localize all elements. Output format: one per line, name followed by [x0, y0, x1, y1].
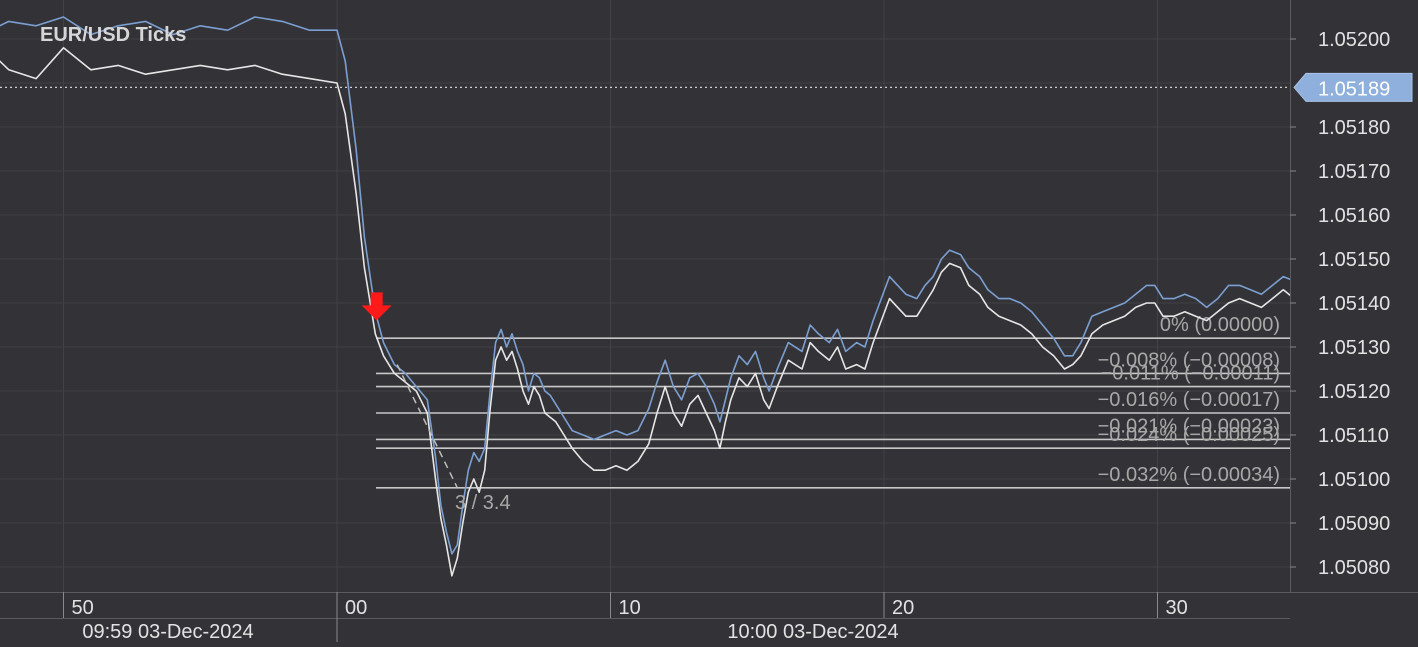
chart-root: 0% (0.00000) −0.008% (−0.00008) −0.011% (−… [0, 0, 1418, 643]
fib-level-label: −0.032% (−0.00034) [1098, 464, 1280, 486]
chart-svg: 0% (0.00000)−0.008% (−0.00008)−0.011% (−… [0, 0, 1418, 643]
price-tick-label: 1.05130 [1318, 337, 1390, 359]
price-tick-label: 1.05120 [1318, 381, 1390, 403]
current-price-tag: 1.05189 [1293, 72, 1413, 102]
price-tick-label: 1.05090 [1318, 513, 1390, 535]
time-axis[interactable]: 47500010203009:59 03-Dec-202410:00 03-De… [0, 592, 1418, 643]
fib-level-label: −0.011% (−0.00011) [1101, 363, 1280, 385]
time-tick-label: 30 [1166, 597, 1188, 619]
fib-level-label: −0.016% (−0.00017) [1098, 389, 1280, 411]
price-axis[interactable]: 1.05080 1.05090 1.05100 1.05110 1.05120 1.051… [1290, 0, 1418, 642]
fib-level-label: −0.024% (−0.00025) [1098, 424, 1280, 446]
time-tick-label: 20 [892, 597, 914, 619]
price-tick-label: 1.05110 [1318, 425, 1389, 447]
fib-level-label: 0% (0.00000) [1160, 314, 1280, 336]
down-arrow-shaft [370, 292, 383, 307]
price-tick-label: 1.05140 [1318, 293, 1390, 315]
price-tick-label: 1.05160 [1318, 205, 1390, 227]
current-price-tag-label: 1.05189 [1318, 78, 1390, 100]
price-tick-label: 1.05200 [1318, 29, 1390, 51]
session-label: 09:59 03-Dec-2024 [82, 621, 253, 642]
time-tick-label: 00 [345, 597, 367, 619]
price-tick-label: 1.05170 [1318, 161, 1390, 183]
price-tick-label: 1.05180 [1318, 117, 1390, 139]
projection-label: 3 / 3.4 [455, 492, 511, 514]
price-tick-label: 1.05150 [1318, 249, 1390, 271]
price-tick-label: 1.05100 [1318, 469, 1390, 491]
price-tick-label: 1.05080 [1318, 557, 1390, 579]
time-tick-label: 50 [72, 597, 94, 619]
time-tick-label: 10 [619, 597, 641, 619]
chart-title: EUR/USD Ticks [40, 24, 186, 46]
session-label: 10:00 03-Dec-2024 [727, 621, 898, 642]
